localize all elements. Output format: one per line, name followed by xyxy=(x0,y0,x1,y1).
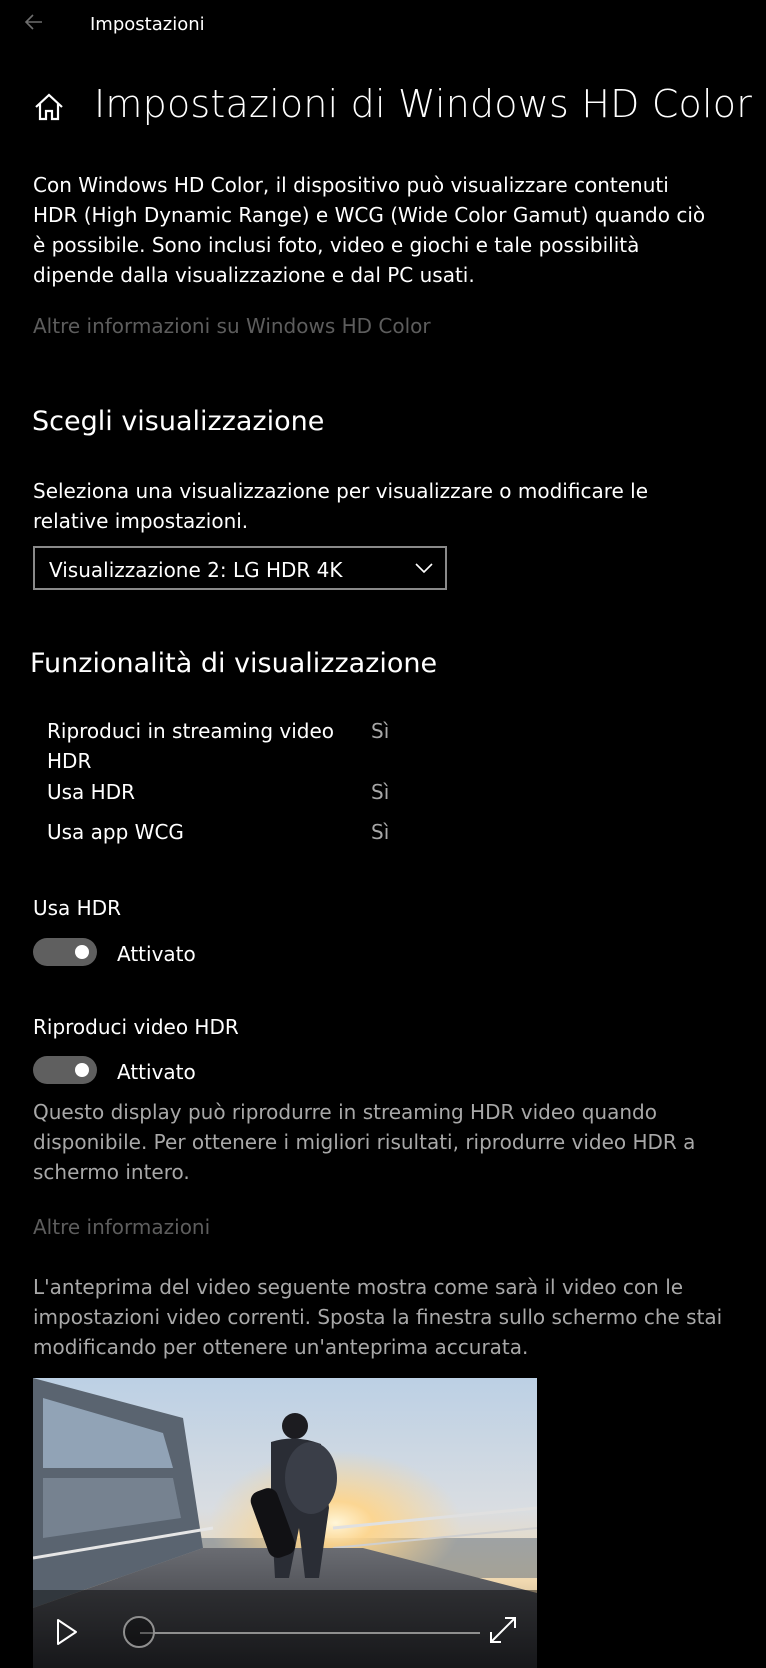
play-icon[interactable] xyxy=(55,1618,79,1646)
display-select-value: Visualizzazione 2: LG HDR 4K xyxy=(49,558,343,582)
page-title: Impostazioni di Windows HD Color xyxy=(94,82,753,126)
window-title: Impostazioni xyxy=(90,14,205,35)
play-hdr-video-label: Riproduci video HDR xyxy=(33,1015,239,1039)
display-capabilities-heading: Funzionalità di visualizzazione xyxy=(30,648,438,679)
capability-value: Sì xyxy=(371,719,390,743)
preview-description: L'anteprima del video seguente mostra co… xyxy=(33,1275,723,1359)
intro-description: Con Windows HD Color, il dispositivo può… xyxy=(33,173,706,287)
learn-more-hd-color-link[interactable]: Altre informazioni su Windows HD Color xyxy=(33,314,431,338)
video-preview[interactable] xyxy=(33,1378,537,1668)
capability-label: Riproduci in streaming video HDR xyxy=(47,719,335,773)
capability-label: Usa app WCG xyxy=(47,820,184,844)
capability-value: Sì xyxy=(371,780,390,804)
use-hdr-label: Usa HDR xyxy=(33,896,122,920)
capability-label: Usa HDR xyxy=(47,780,136,804)
seek-thumb[interactable] xyxy=(123,1616,155,1648)
back-arrow-icon[interactable] xyxy=(22,10,46,34)
choose-display-heading: Scegli visualizzazione xyxy=(32,406,325,437)
use-hdr-state: Attivato xyxy=(117,942,196,966)
play-hdr-video-toggle[interactable] xyxy=(33,1056,97,1084)
play-hdr-video-description: Questo display può riprodurre in streami… xyxy=(33,1100,696,1184)
choose-display-description: Seleziona una visualizzazione per visual… xyxy=(33,479,648,533)
capability-value: Sì xyxy=(371,820,390,844)
chevron-down-icon xyxy=(415,563,433,574)
fullscreen-icon[interactable] xyxy=(487,1614,519,1646)
play-hdr-video-state: Attivato xyxy=(117,1060,196,1084)
use-hdr-toggle[interactable] xyxy=(33,938,97,966)
learn-more-link[interactable]: Altre informazioni xyxy=(33,1215,210,1239)
display-select-dropdown[interactable]: Visualizzazione 2: LG HDR 4K xyxy=(33,546,447,590)
toggle-knob xyxy=(75,1063,89,1077)
seek-bar[interactable] xyxy=(140,1632,480,1634)
home-icon xyxy=(35,93,63,121)
video-controls-bar xyxy=(33,1590,537,1668)
toggle-knob xyxy=(75,945,89,959)
